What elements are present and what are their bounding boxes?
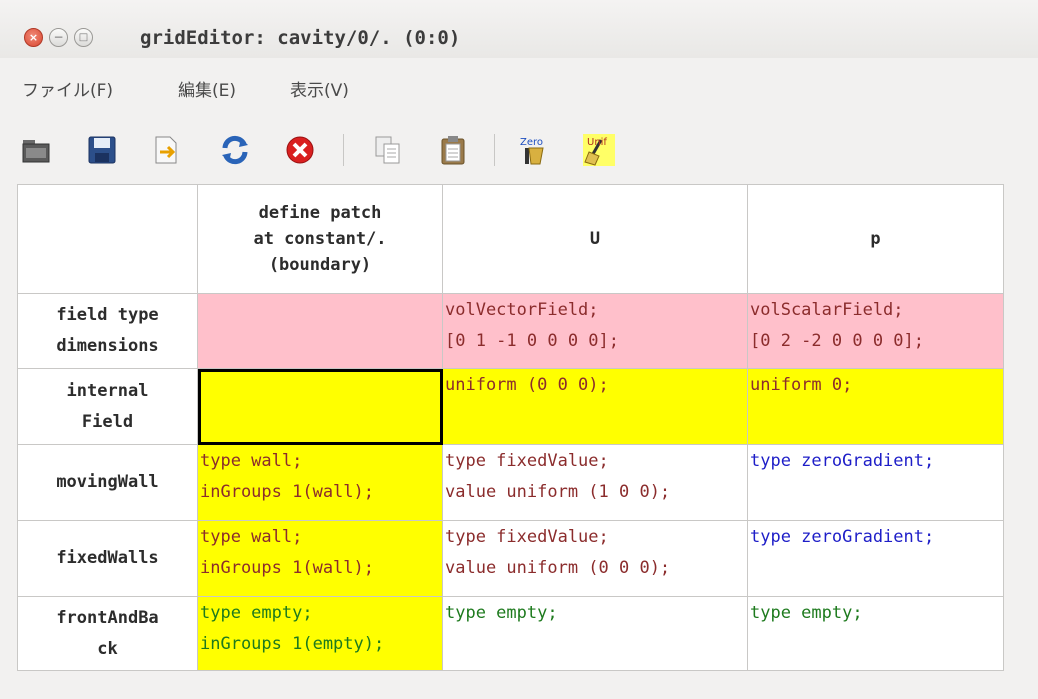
grid-cell[interactable]: volScalarField; [0 2 -2 0 0 0 0]; [747, 293, 1004, 369]
menu-view[interactable]: 表示(V) [290, 76, 349, 101]
save-button[interactable] [86, 134, 118, 166]
row-header-label: internal Field [66, 380, 149, 432]
cancel-button[interactable] [284, 134, 316, 166]
row-header[interactable]: field type dimensions [17, 293, 198, 369]
grid-cell-text: uniform (0 0 0); [445, 375, 609, 395]
maximize-window-button[interactable]: □ [74, 28, 93, 47]
grid-cell[interactable]: type zeroGradient; [747, 520, 1004, 597]
table-row: field type dimensions volVectorField; [0 … [17, 293, 1004, 369]
grid-cell[interactable]: type fixedValue; value uniform (1 0 0); [442, 444, 748, 521]
toolbar-separator [494, 134, 495, 166]
grid-cell-text: type fixedValue; value uniform (1 0 0); [445, 451, 671, 502]
copy-button[interactable] [372, 134, 404, 166]
toolbar-separator [343, 134, 344, 166]
column-header-label: define patch at constant/. (boundary) [253, 203, 387, 275]
table-row: internal Field uniform (0 0 0); uniform 0; [17, 368, 1004, 445]
menu-edit[interactable]: 編集(E) [178, 76, 236, 101]
window-title: gridEditor: cavity/0/. (0:0) [140, 27, 461, 49]
column-header-label: p [870, 228, 881, 249]
row-header[interactable]: frontAndBa ck [17, 596, 198, 671]
grid-cell[interactable]: type empty; inGroups 1(empty); [197, 596, 443, 671]
grid-cell[interactable]: uniform 0; [747, 368, 1004, 445]
row-header-label: movingWall [56, 472, 159, 492]
grid-cell[interactable] [197, 368, 443, 445]
grid-cell-text: uniform 0; [750, 375, 853, 395]
menu-file[interactable]: ファイル(F) [22, 76, 113, 101]
set-zero-button[interactable]: Zero [517, 134, 549, 166]
grid-cell[interactable]: uniform (0 0 0); [442, 368, 748, 445]
corner-cell[interactable] [17, 184, 198, 294]
grid-cell[interactable]: type wall; inGroups 1(wall); [197, 520, 443, 597]
grid-cell-text: type wall; inGroups 1(wall); [200, 527, 374, 578]
grid-cell-text: volVectorField; [0 1 -1 0 0 0 0]; [445, 300, 619, 351]
copy-icon [375, 136, 400, 164]
cancel-icon [286, 136, 314, 164]
toolbar: Zero Unif [0, 112, 1038, 180]
reload-button[interactable] [219, 134, 251, 166]
export-icon [155, 136, 177, 164]
grid-cell-text: type empty; [750, 603, 863, 623]
set-uniform-button[interactable]: Unif [583, 134, 615, 166]
field-grid: define patch at constant/. (boundary) U … [17, 184, 1004, 671]
reload-icon [222, 135, 248, 165]
grid-cell-text [198, 369, 442, 370]
paste-icon [441, 136, 465, 165]
column-header-label: U [589, 228, 601, 249]
grid-cell-text: type empty; inGroups 1(empty); [200, 603, 385, 654]
table-row: movingWall type wall; inGroups 1(wall); ty… [17, 444, 1004, 521]
row-header-label: fixedWalls [56, 548, 159, 568]
uniform-icon: Unif [584, 137, 607, 166]
zero-icon-label: Zero [520, 137, 543, 148]
paste-button[interactable] [437, 134, 469, 166]
grid-cell[interactable]: type empty; [442, 596, 748, 671]
save-icon [88, 136, 116, 164]
grid-cell[interactable]: type zeroGradient; [747, 444, 1004, 521]
grid-cell[interactable]: type fixedValue; value uniform (0 0 0); [442, 520, 748, 597]
grid-cell-text [198, 294, 442, 295]
close-window-button[interactable]: × [24, 28, 43, 47]
minimize-window-button[interactable]: − [49, 28, 68, 47]
row-header-label: field type dimensions [56, 305, 159, 356]
grid-cell[interactable]: volVectorField; [0 1 -1 0 0 0 0]; [442, 293, 748, 369]
export-button[interactable] [150, 134, 182, 166]
column-header-boundary[interactable]: define patch at constant/. (boundary) [197, 184, 443, 294]
zero-icon: Zero [520, 137, 544, 165]
uniform-icon-label: Unif [587, 137, 607, 148]
open-folder-button[interactable] [20, 134, 52, 166]
row-header[interactable]: movingWall [17, 444, 198, 521]
grid-cell-text: volScalarField; [0 2 -2 0 0 0 0]; [750, 300, 924, 351]
grid-cell-text: type fixedValue; value uniform (0 0 0); [445, 527, 671, 578]
row-header-label: frontAndBa ck [56, 607, 159, 659]
grid-body: field type dimensions volVectorField; [0 … [17, 293, 1004, 671]
table-row: fixedWalls type wall; inGroups 1(wall); ty… [17, 520, 1004, 597]
title-bar: × − □ gridEditor: cavity/0/. (0:0) [0, 0, 1038, 58]
grid-cell[interactable]: type wall; inGroups 1(wall); [197, 444, 443, 521]
column-header-p[interactable]: p [747, 184, 1004, 294]
row-header[interactable]: fixedWalls [17, 520, 198, 597]
grid-cell-text: type zeroGradient; [750, 451, 935, 471]
row-header[interactable]: internal Field [17, 368, 198, 445]
table-row: frontAndBa ck type empty; inGroups 1(empt… [17, 596, 1004, 671]
grid-cell[interactable] [197, 293, 443, 369]
menu-bar: ファイル(F) 編集(E) 表示(V) [0, 70, 1038, 106]
grid-cell-text: type wall; inGroups 1(wall); [200, 451, 374, 502]
open-folder-icon [22, 140, 50, 163]
grid-cell-text: type zeroGradient; [750, 527, 935, 547]
grid-cell[interactable]: type empty; [747, 596, 1004, 671]
grid-cell-text: type empty; [445, 603, 558, 623]
column-header-U[interactable]: U [442, 184, 748, 294]
column-header-row: define patch at constant/. (boundary) U … [17, 184, 1004, 294]
